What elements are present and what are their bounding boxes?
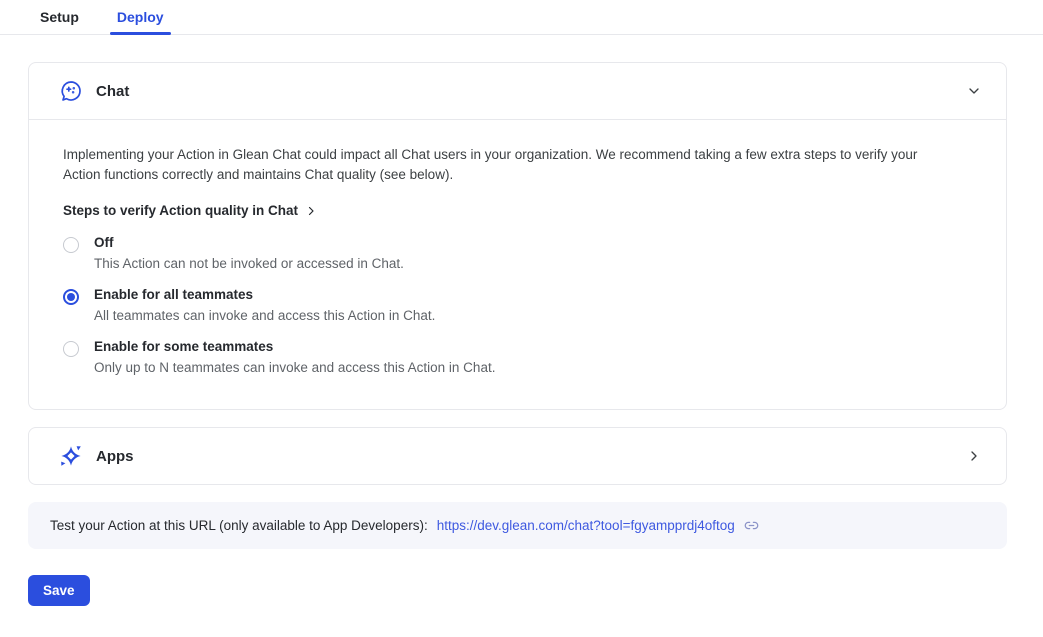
test-url-link[interactable]: https://dev.glean.com/chat?tool=fgyamppr… xyxy=(437,518,735,533)
chevron-down-icon[interactable] xyxy=(966,83,982,99)
chat-section-header[interactable]: Chat xyxy=(29,63,1006,119)
save-button[interactable]: Save xyxy=(28,575,90,606)
chat-access-radio-group: Off This Action can not be invoked or ac… xyxy=(63,235,972,376)
apps-section-header[interactable]: Apps xyxy=(29,428,1006,484)
radio-option-description: This Action can not be invoked or access… xyxy=(94,256,404,272)
radio-option-label: Enable for some teammates xyxy=(94,339,495,355)
steps-to-verify-link[interactable]: Steps to verify Action quality in Chat xyxy=(63,203,317,218)
radio-option-label: Enable for all teammates xyxy=(94,287,435,303)
tab-bar: Setup Deploy xyxy=(0,0,1043,35)
apps-section-card: Apps xyxy=(28,427,1007,485)
radio-button-enable-some[interactable] xyxy=(63,341,79,357)
chat-section-title: Chat xyxy=(96,83,129,100)
radio-option-enable-some-teammates[interactable]: Enable for some teammates Only up to N t… xyxy=(63,339,972,376)
chat-sparkle-icon xyxy=(59,79,83,103)
radio-option-off[interactable]: Off This Action can not be invoked or ac… xyxy=(63,235,972,272)
tab-deploy[interactable]: Deploy xyxy=(117,0,164,34)
test-url-label: Test your Action at this URL (only avail… xyxy=(50,518,428,533)
apps-glean-logo-icon xyxy=(59,444,83,468)
chat-section-body: Implementing your Action in Glean Chat c… xyxy=(29,119,1006,409)
tab-setup[interactable]: Setup xyxy=(40,0,79,34)
chevron-right-icon[interactable] xyxy=(966,448,982,464)
link-icon[interactable] xyxy=(744,518,759,533)
radio-option-label: Off xyxy=(94,235,404,251)
test-url-banner: Test your Action at this URL (only avail… xyxy=(28,502,1007,549)
chat-description: Implementing your Action in Glean Chat c… xyxy=(63,145,945,185)
radio-option-description: Only up to N teammates can invoke and ac… xyxy=(94,360,495,376)
apps-section-title: Apps xyxy=(96,448,134,465)
radio-option-description: All teammates can invoke and access this… xyxy=(94,308,435,324)
radio-button-off[interactable] xyxy=(63,237,79,253)
radio-button-enable-all[interactable] xyxy=(63,289,79,305)
chevron-right-small-icon xyxy=(305,205,317,217)
steps-link-label: Steps to verify Action quality in Chat xyxy=(63,203,298,218)
chat-section-card: Chat Implementing your Action in Glean C… xyxy=(28,62,1007,410)
radio-option-enable-all-teammates[interactable]: Enable for all teammates All teammates c… xyxy=(63,287,972,324)
page-content: Chat Implementing your Action in Glean C… xyxy=(28,62,1007,606)
